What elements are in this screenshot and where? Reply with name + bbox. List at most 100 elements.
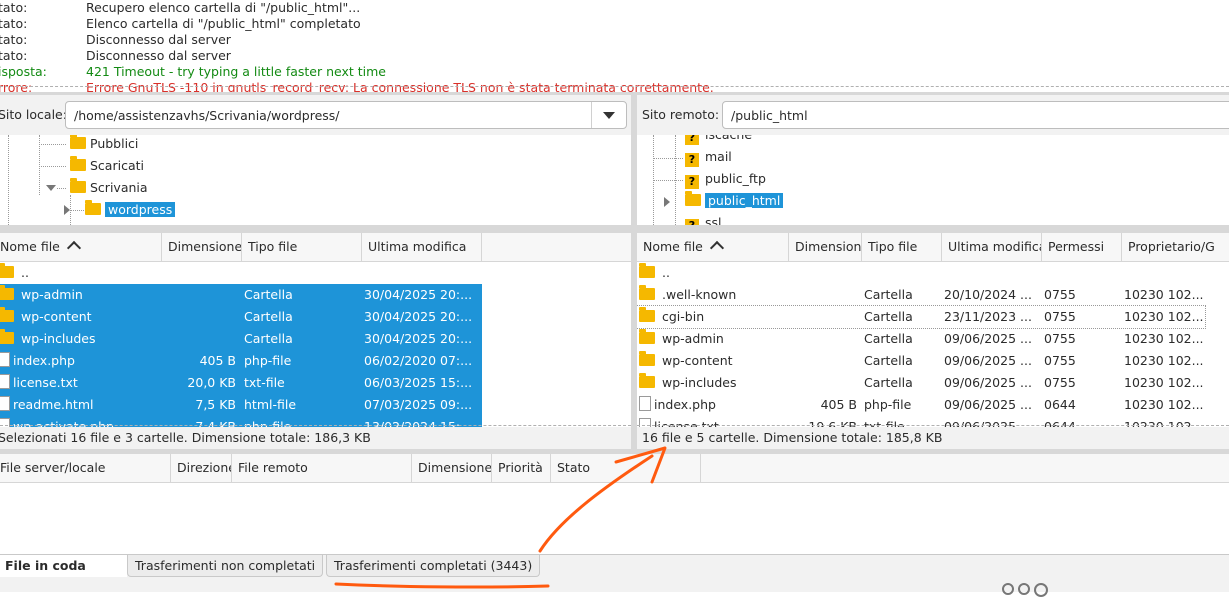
tree-item-mail[interactable]: ? mail bbox=[685, 146, 732, 168]
file-row[interactable]: wp-includes Cartella 09/06/2025 ... 0755 102… bbox=[637, 372, 1205, 394]
file-name: index.php bbox=[654, 397, 716, 412]
column-header-name[interactable]: Nome file bbox=[637, 233, 789, 261]
file-modified: 09/06/2025 ... bbox=[944, 375, 1032, 390]
file-type: Cartella bbox=[864, 287, 913, 302]
tab-label: Trasferimenti non completati bbox=[135, 558, 316, 573]
remote-path-combobox[interactable]: /public_html bbox=[722, 101, 1229, 129]
remote-path-value: /public_html bbox=[731, 108, 808, 123]
remote-file-list[interactable]: Nome file Dimensione Tipo file Ultima mo… bbox=[637, 233, 1229, 427]
splitter[interactable] bbox=[637, 225, 1229, 233]
file-row[interactable]: wp-admin Cartella 09/06/2025 ... 0755 10230 … bbox=[637, 328, 1205, 350]
tree-item-lscache[interactable]: ? lscache bbox=[685, 135, 752, 146]
splitter[interactable] bbox=[0, 225, 631, 233]
column-header-type[interactable]: Tipo file bbox=[862, 233, 942, 261]
tree-item-pubblici[interactable]: Pubblici bbox=[70, 135, 138, 155]
column-label: Dimensione bbox=[795, 239, 862, 254]
file-row[interactable]: cgi-bin Cartella 23/11/2023 ... 0755 10230 1… bbox=[637, 305, 1206, 329]
file-row[interactable]: .well-known Cartella 20/10/2024 ... 0755 102… bbox=[637, 284, 1205, 306]
local-directory-tree[interactable]: Pubblici Scaricati Scrivania wordpress bbox=[0, 135, 631, 225]
file-size: 7,5 KB bbox=[195, 397, 236, 412]
file-row[interactable]: wp-admin Cartella 30/04/2025 20:... bbox=[0, 284, 482, 306]
local-file-list[interactable]: Nome file Dimensione Tipo file Ultima mo… bbox=[0, 233, 631, 427]
column-header-priority[interactable]: Priorità bbox=[492, 454, 551, 482]
tree-item-label: wordpress bbox=[105, 202, 176, 217]
folder-icon bbox=[70, 178, 86, 193]
tree-item-public-ftp[interactable]: ? public_ftp bbox=[685, 168, 766, 190]
column-header-permissions[interactable]: Permessi bbox=[1042, 233, 1122, 261]
file-name-cell: wp-content bbox=[0, 306, 158, 328]
remote-status-text: 16 file e 5 cartelle. Dimensione totale:… bbox=[642, 430, 943, 445]
file-type: Cartella bbox=[864, 309, 913, 324]
tab-failed-transfers[interactable]: Trasferimenti non completati bbox=[127, 555, 324, 577]
file-owner: 10230 102... bbox=[1124, 353, 1204, 368]
file-row[interactable]: wp-content Cartella 30/04/2025 20:... bbox=[0, 306, 482, 328]
file-size: 405 B bbox=[199, 353, 236, 368]
file-modified: 06/03/2025 15:... bbox=[364, 375, 473, 390]
tree-item-label: Scrivania bbox=[90, 180, 148, 195]
column-label: Priorità bbox=[498, 460, 543, 475]
collapse-arrow-icon[interactable] bbox=[64, 205, 70, 215]
tree-item-label: mail bbox=[705, 149, 732, 164]
tree-item-ssl[interactable]: ?ssl bbox=[685, 212, 722, 225]
unknown-folder-icon: ? bbox=[685, 135, 699, 145]
file-permissions: 0755 bbox=[1044, 375, 1076, 390]
file-row[interactable]: wp-content Cartella 09/06/2025 ... 0755 1023… bbox=[637, 350, 1205, 372]
local-status-bar: Selezionati 16 file e 3 cartelle. Dimens… bbox=[0, 427, 631, 449]
remote-site-bar: Sito remoto: /public_html bbox=[637, 95, 1229, 135]
column-header-size[interactable]: Dimensione bbox=[789, 233, 862, 261]
tree-item-scrivania[interactable]: Scrivania bbox=[70, 177, 148, 199]
queue-tabs-bar: File in coda Trasferimenti non completat… bbox=[0, 554, 1229, 597]
tab-queued-files[interactable]: File in coda bbox=[0, 555, 127, 577]
column-header-direction[interactable]: Direzione bbox=[171, 454, 232, 482]
file-row[interactable]: .. bbox=[0, 262, 631, 284]
file-name-cell: license.txt bbox=[0, 372, 158, 394]
column-label: Nome file bbox=[0, 239, 60, 254]
file-row[interactable]: wp-includes Cartella 30/04/2025 20:... bbox=[0, 328, 482, 350]
tree-item-wordpress[interactable]: wordpress bbox=[85, 199, 176, 221]
lock-icon bbox=[1002, 583, 1014, 595]
file-row[interactable]: .. bbox=[637, 262, 1205, 284]
column-header-type[interactable]: Tipo file bbox=[242, 233, 362, 261]
file-modified: 30/04/2025 20:... bbox=[364, 309, 473, 324]
file-modified: 30/04/2025 20:... bbox=[364, 287, 473, 302]
column-header-owner[interactable]: Proprietario/G bbox=[1122, 233, 1229, 261]
column-header-remote-file[interactable]: File remoto bbox=[232, 454, 412, 482]
column-label: Dimensione bbox=[168, 239, 242, 254]
file-owner: 10230 102... bbox=[1124, 331, 1204, 346]
column-header-size[interactable]: Dimensione bbox=[162, 233, 242, 261]
column-label: Ultima modifica bbox=[948, 239, 1042, 254]
column-label: Permessi bbox=[1048, 239, 1105, 254]
chevron-down-icon[interactable] bbox=[591, 102, 626, 128]
file-type: php-file bbox=[864, 397, 912, 412]
file-name: readme.html bbox=[13, 397, 94, 412]
column-header-name[interactable]: Nome file bbox=[0, 233, 162, 261]
unknown-folder-icon: ? bbox=[685, 153, 699, 167]
file-name-cell: index.php bbox=[639, 394, 787, 416]
column-header-size[interactable]: Dimensione bbox=[412, 454, 492, 482]
message-log[interactable]: tato: Recupero elenco cartella di "/publi… bbox=[0, 0, 1229, 92]
unknown-folder-icon: ? bbox=[685, 175, 699, 189]
log-key: tato: bbox=[0, 32, 28, 47]
column-label: Proprietario/G bbox=[1128, 239, 1215, 254]
column-header-local-file[interactable]: File server/locale bbox=[0, 454, 171, 482]
collapse-arrow-icon[interactable] bbox=[664, 197, 670, 207]
tree-item-scaricati[interactable]: Scaricati bbox=[70, 155, 144, 177]
file-row[interactable]: license.txt 20,0 KB txt-file 06/03/2025 15:… bbox=[0, 372, 482, 394]
column-header-status[interactable]: Stato bbox=[551, 454, 701, 482]
file-row[interactable]: index.php 405 B php-file 09/06/2025 ... 0644… bbox=[637, 394, 1205, 416]
file-row[interactable]: readme.html 7,5 KB html-file 07/03/2025 09:… bbox=[0, 394, 482, 416]
status-icon bbox=[1034, 583, 1048, 597]
file-row[interactable]: index.php 405 B php-file 06/02/2020 07:... bbox=[0, 350, 482, 372]
file-icon bbox=[639, 396, 651, 411]
tree-item-public-html[interactable]: public_html bbox=[685, 190, 784, 212]
local-path-value: /home/assistenzavhs/Scrivania/wordpress/ bbox=[74, 108, 340, 123]
column-header-modified[interactable]: Ultima modifica bbox=[942, 233, 1042, 261]
transfer-queue[interactable]: File server/locale Direzione File remoto… bbox=[0, 454, 1229, 554]
tab-completed-transfers[interactable]: Trasferimenti completati (3443) bbox=[326, 555, 541, 577]
local-path-combobox[interactable]: /home/assistenzavhs/Scrivania/wordpress/ bbox=[65, 101, 627, 129]
log-message: Elenco cartella di "/public_html" comple… bbox=[86, 16, 361, 31]
expand-arrow-icon[interactable] bbox=[46, 185, 56, 191]
remote-directory-tree[interactable]: ? lscache ? mail ? public_ftp public_html ?… bbox=[637, 135, 1229, 225]
file-icon bbox=[0, 352, 10, 367]
column-header-modified[interactable]: Ultima modifica bbox=[362, 233, 482, 261]
